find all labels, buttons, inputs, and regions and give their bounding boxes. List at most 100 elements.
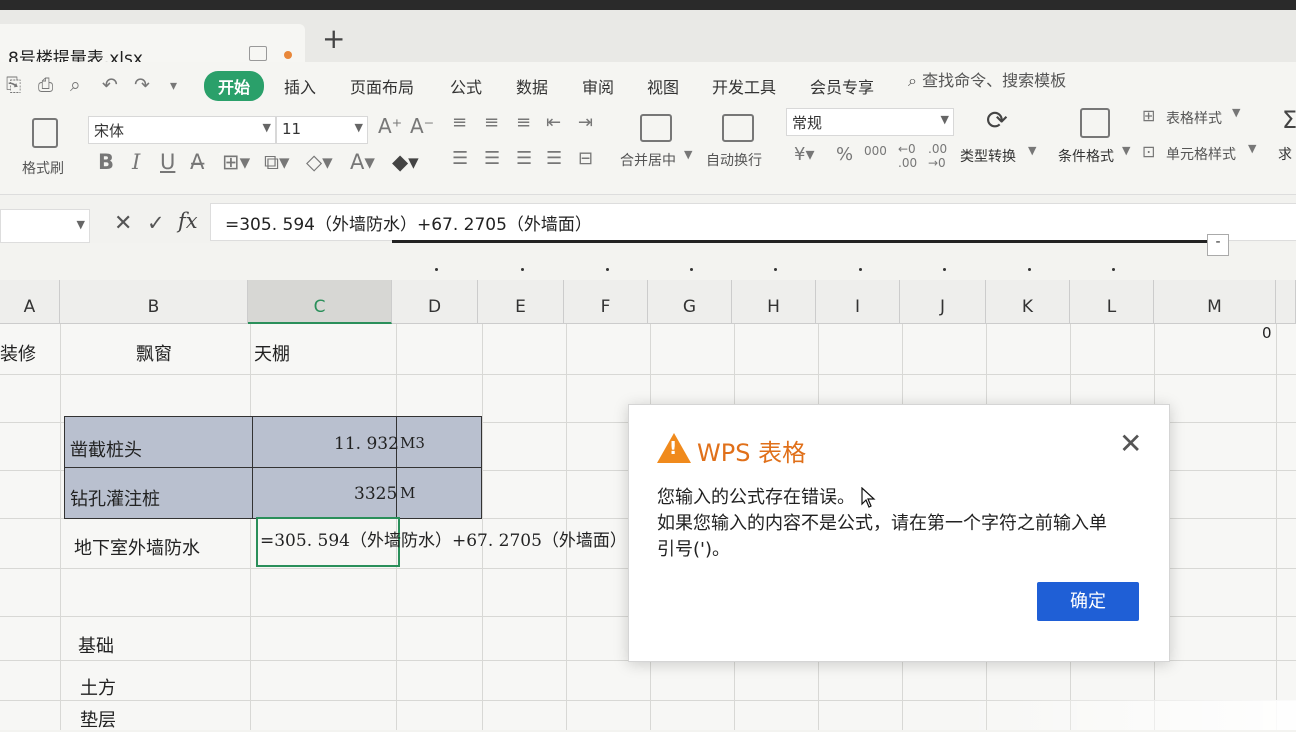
column-header[interactable]: B bbox=[60, 280, 248, 324]
ok-button[interactable]: 确定 bbox=[1037, 582, 1139, 621]
chevron-down-icon[interactable]: ▼ bbox=[1028, 144, 1036, 157]
document-tab[interactable]: 8号楼提量表.xlsx bbox=[0, 24, 305, 69]
clear-format-icon[interactable]: ◆▾ bbox=[392, 150, 419, 174]
sum-label[interactable]: 求 bbox=[1278, 144, 1292, 164]
confirm-formula-icon[interactable]: ✓ bbox=[147, 211, 165, 235]
percent-icon[interactable]: % bbox=[836, 144, 853, 165]
chevron-down-icon[interactable]: ▼ bbox=[1248, 142, 1256, 155]
number-format-select[interactable]: 常规 ▼ bbox=[786, 108, 954, 136]
indent-increase-icon[interactable]: ⇥ bbox=[578, 112, 593, 133]
cell-b-tufang[interactable]: 土方 bbox=[80, 674, 116, 700]
font-name-select[interactable]: 宋体 ▼ bbox=[88, 116, 276, 144]
tab-formula[interactable]: 公式 bbox=[450, 74, 482, 98]
cell-style-label[interactable]: 单元格样式 bbox=[1166, 144, 1236, 164]
cell-b-dixiashi[interactable]: 地下室外墙防水 bbox=[74, 534, 200, 560]
cell-d-zuankong[interactable]: M bbox=[400, 484, 415, 502]
align-center-icon[interactable]: ☰ bbox=[484, 148, 500, 169]
column-header[interactable]: H bbox=[732, 280, 816, 324]
column-header[interactable]: F bbox=[564, 280, 648, 324]
close-icon[interactable]: ✕ bbox=[1119, 427, 1142, 460]
column-header[interactable]: C bbox=[248, 280, 392, 324]
name-box[interactable]: ▼ bbox=[0, 209, 90, 243]
increase-decimal-icon[interactable]: ←0.00 bbox=[898, 142, 917, 170]
print-icon[interactable]: ⎙ bbox=[38, 74, 53, 96]
indent-decrease-icon[interactable]: ⇤ bbox=[546, 112, 561, 133]
decrease-decimal-icon[interactable]: .00 →0 bbox=[928, 142, 947, 170]
conditional-format-icon[interactable] bbox=[1080, 108, 1110, 138]
cell-d-zaojie[interactable]: M3 bbox=[400, 434, 425, 452]
chevron-down-icon[interactable]: ▼ bbox=[684, 148, 692, 161]
cell-b-dianceng[interactable]: 垫层 bbox=[80, 706, 116, 732]
conditional-format-label[interactable]: 条件格式 bbox=[1058, 146, 1114, 166]
column-header[interactable]: A bbox=[0, 280, 60, 324]
table-style-label[interactable]: 表格样式 bbox=[1166, 108, 1222, 128]
align-left-icon[interactable]: ☰ bbox=[452, 148, 468, 169]
thousands-icon[interactable]: 000 bbox=[864, 144, 887, 158]
column-header[interactable]: M bbox=[1154, 280, 1276, 324]
column-header[interactable]: L bbox=[1070, 280, 1154, 324]
cell-b-zaojie[interactable]: 凿截桩头 bbox=[70, 436, 142, 462]
column-header[interactable]: E bbox=[478, 280, 564, 324]
type-convert-label[interactable]: 类型转换 bbox=[960, 146, 1016, 166]
cancel-formula-icon[interactable]: ✕ bbox=[114, 211, 132, 236]
tab-developer[interactable]: 开发工具 bbox=[712, 74, 776, 98]
cell-b-zuankong[interactable]: 钻孔灌注桩 bbox=[70, 485, 160, 511]
cell-c-editing[interactable]: =305. 594（外墙防水）+67. 2705（外墙面） bbox=[260, 526, 627, 551]
format-painter-label[interactable]: 格式刷 bbox=[22, 158, 64, 178]
type-convert-icon[interactable]: ⟳ bbox=[986, 106, 1008, 136]
table-style-icon[interactable]: ⊞ bbox=[1142, 106, 1155, 125]
column-header[interactable]: I bbox=[816, 280, 900, 324]
column-header[interactable]: K bbox=[986, 280, 1070, 324]
bold-icon[interactable]: B bbox=[98, 150, 114, 174]
merge-center-icon[interactable] bbox=[640, 114, 672, 142]
cell-b-piaochuang[interactable]: 飘窗 bbox=[136, 340, 172, 366]
wrap-text-icon[interactable] bbox=[722, 114, 754, 142]
chevron-down-icon[interactable]: ▼ bbox=[1122, 144, 1130, 157]
undo-icon[interactable]: ↶ bbox=[102, 74, 118, 96]
tab-view[interactable]: 视图 bbox=[647, 74, 679, 98]
italic-icon[interactable]: I bbox=[132, 150, 140, 174]
cell-c-zuankong[interactable]: 3325 bbox=[354, 484, 397, 504]
format-painter-icon[interactable] bbox=[32, 118, 58, 148]
tab-page-layout[interactable]: 页面布局 bbox=[350, 74, 414, 98]
align-right-icon[interactable]: ☰ bbox=[516, 148, 532, 169]
tab-review[interactable]: 审阅 bbox=[582, 74, 614, 98]
font-color-icon[interactable]: A▾ bbox=[350, 150, 375, 174]
sum-icon[interactable]: Σ bbox=[1282, 106, 1296, 134]
tab-start[interactable]: 开始 bbox=[204, 71, 265, 101]
chevron-down-icon[interactable]: ▼ bbox=[1232, 106, 1240, 119]
collapse-formula-button[interactable]: - bbox=[1207, 234, 1229, 256]
align-middle-icon[interactable]: ≡ bbox=[484, 112, 499, 133]
tab-data[interactable]: 数据 bbox=[516, 74, 548, 98]
align-top-icon[interactable]: ≡ bbox=[452, 112, 467, 133]
cell-c-zaojie[interactable]: 11. 932 bbox=[334, 434, 399, 454]
underline-icon[interactable]: U bbox=[160, 150, 175, 174]
column-header[interactable]: D bbox=[392, 280, 478, 324]
window-icon[interactable] bbox=[249, 46, 267, 61]
merge-center-label[interactable]: 合并居中 bbox=[620, 150, 676, 170]
column-header[interactable]: J bbox=[900, 280, 986, 324]
wrap-text-label[interactable]: 自动换行 bbox=[706, 150, 762, 170]
strikethrough-icon[interactable]: A̶ bbox=[190, 150, 204, 174]
formula-input[interactable]: =305. 594（外墙防水）+67. 2705（外墙面） bbox=[210, 203, 1296, 241]
justify-icon[interactable]: ☰ bbox=[546, 148, 562, 169]
command-search[interactable]: ⌕ 查找命令、搜索模板 bbox=[908, 67, 1066, 91]
fill-color-icon[interactable]: ◇▾ bbox=[306, 150, 333, 174]
cell-c-tianpeng[interactable]: 天棚 bbox=[254, 340, 290, 366]
preview-icon[interactable]: ⌕ bbox=[70, 74, 81, 96]
font-size-select[interactable]: 11 ▼ bbox=[276, 116, 368, 144]
column-header-extra[interactable] bbox=[1276, 280, 1296, 324]
increase-font-icon[interactable]: A⁺ bbox=[378, 114, 402, 138]
fill-pattern-icon[interactable]: ⧉▾ bbox=[264, 150, 290, 175]
align-bottom-icon[interactable]: ≡ bbox=[516, 112, 531, 133]
tab-member[interactable]: 会员专享 bbox=[810, 74, 874, 98]
border-icon[interactable]: ⊞▾ bbox=[222, 150, 250, 174]
cell-a-zhuangxiu[interactable]: 装修 bbox=[0, 340, 36, 366]
chevron-down-icon[interactable]: ▾ bbox=[170, 78, 177, 94]
redo-icon[interactable]: ↷ bbox=[134, 74, 150, 96]
currency-icon[interactable]: ¥▾ bbox=[794, 144, 815, 165]
column-header[interactable]: G bbox=[648, 280, 732, 324]
decrease-font-icon[interactable]: A⁻ bbox=[410, 114, 434, 138]
insert-function-icon[interactable]: fx bbox=[178, 209, 198, 233]
formula-bar-expander[interactable] bbox=[392, 240, 1207, 243]
